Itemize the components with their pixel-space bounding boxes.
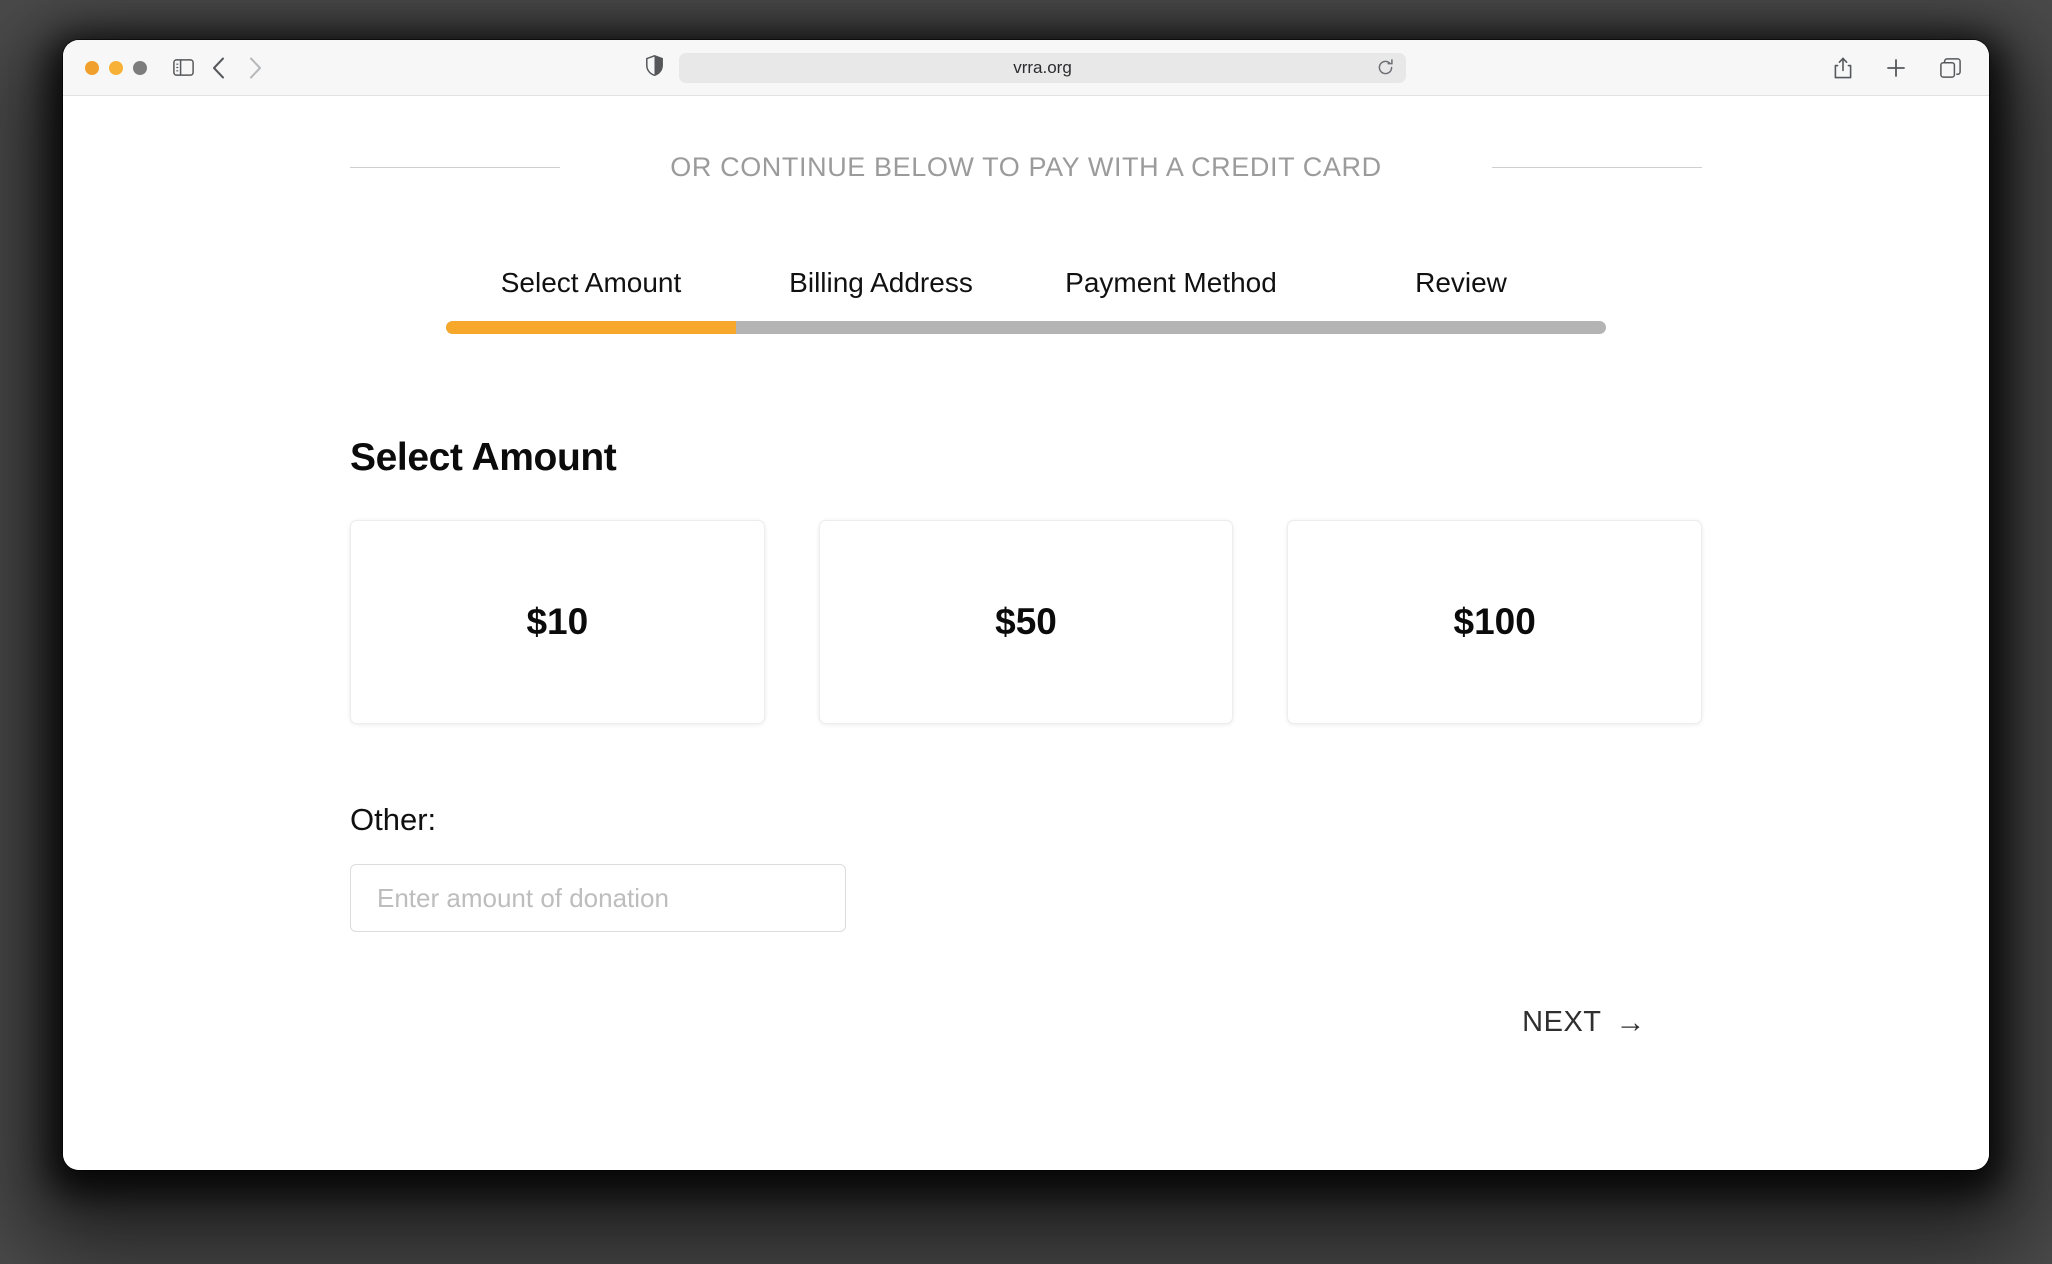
next-button-label: NEXT (1522, 1006, 1602, 1038)
arrow-right-icon: → (1615, 1005, 1646, 1039)
close-window-button[interactable] (85, 60, 99, 75)
step-review[interactable]: Review (1316, 267, 1606, 321)
browser-window: vrra.org OR CONTINUE BELOW TO PAY WITH A… (63, 40, 1989, 1170)
amount-options: $10 $50 $100 (350, 520, 1703, 724)
zoom-window-button[interactable] (133, 60, 147, 75)
toolbar-right-actions (1834, 57, 1967, 79)
page-title: Select Amount (350, 436, 617, 479)
step-payment-method[interactable]: Payment Method (1026, 267, 1316, 321)
forward-chevron-icon[interactable] (249, 57, 262, 79)
tab-overview-icon[interactable] (1940, 57, 1961, 78)
other-amount-label: Other: (350, 802, 437, 837)
share-icon[interactable] (1834, 57, 1852, 79)
page-viewport: OR CONTINUE BELOW TO PAY WITH A CREDIT C… (63, 96, 1989, 1170)
progress-track (446, 321, 1606, 334)
divider-headline: OR CONTINUE BELOW TO PAY WITH A CREDIT C… (670, 152, 1382, 182)
progress-fill (446, 321, 736, 334)
back-chevron-icon[interactable] (212, 57, 225, 79)
browser-toolbar: vrra.org (63, 40, 1989, 96)
navigation-buttons (212, 57, 268, 79)
url-input[interactable]: vrra.org (679, 52, 1406, 83)
divider-rule-right (1492, 167, 1702, 168)
step-select-amount[interactable]: Select Amount (446, 267, 736, 321)
address-bar-area: vrra.org (646, 52, 1406, 83)
checkout-stepper: Select Amount Billing Address Payment Me… (446, 267, 1606, 334)
other-amount-input[interactable] (350, 864, 846, 932)
reload-icon[interactable] (1377, 59, 1394, 76)
step-labels: Select Amount Billing Address Payment Me… (446, 267, 1606, 321)
step-billing-address[interactable]: Billing Address (736, 267, 1026, 321)
next-button[interactable]: NEXT → (1522, 1006, 1646, 1039)
traffic-lights (85, 60, 147, 75)
amount-option-100[interactable]: $100 (1287, 520, 1703, 724)
plus-icon[interactable] (1886, 58, 1906, 78)
form-actions: NEXT → (350, 1006, 1702, 1039)
minimize-window-button[interactable] (109, 60, 123, 75)
page-content: OR CONTINUE BELOW TO PAY WITH A CREDIT C… (350, 96, 1703, 1039)
amount-option-50[interactable]: $50 (818, 520, 1234, 724)
credit-card-divider: OR CONTINUE BELOW TO PAY WITH A CREDIT C… (350, 152, 1702, 183)
amount-option-10[interactable]: $10 (350, 520, 765, 724)
divider-rule-left (350, 167, 560, 168)
sidebar-toggle-icon[interactable] (173, 59, 194, 76)
url-text: vrra.org (1013, 57, 1072, 77)
privacy-shield-icon[interactable] (646, 54, 663, 81)
